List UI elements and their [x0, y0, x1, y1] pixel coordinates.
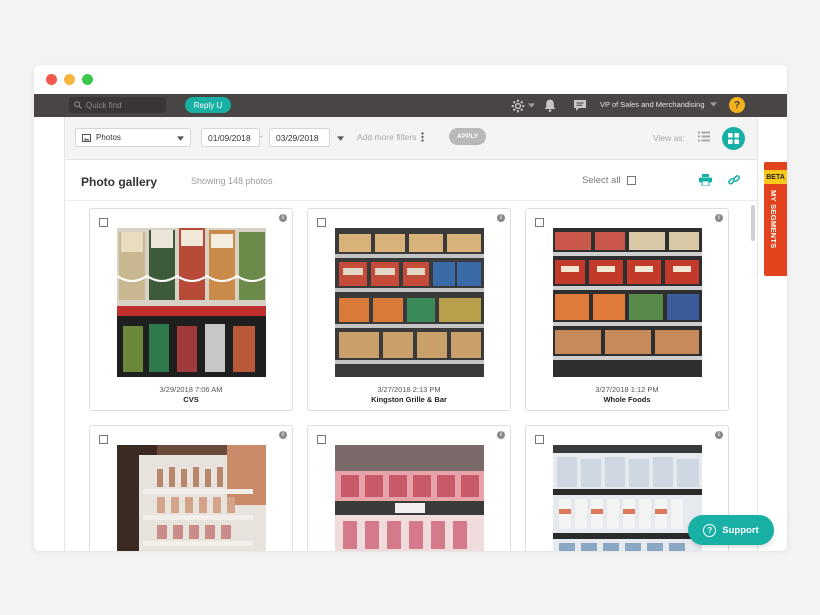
info-icon[interactable]: i — [279, 214, 287, 222]
notifications-button[interactable] — [544, 98, 556, 113]
content-type-value: Photos — [96, 133, 121, 142]
quick-find-input[interactable]: Quick find — [69, 97, 166, 113]
view-as-label: View as: — [653, 133, 685, 143]
info-icon[interactable]: i — [497, 214, 505, 222]
maximize-window-button[interactable] — [82, 74, 93, 85]
photo-select-checkbox[interactable] — [99, 218, 108, 227]
gear-icon — [511, 99, 525, 112]
question-icon: ? — [703, 523, 717, 537]
photo-timestamp: 3/29/2018 7:06 AM — [159, 385, 223, 394]
info-icon[interactable]: i — [715, 431, 723, 439]
photo-card[interactable]: i — [89, 425, 293, 551]
top-navigation-bar: Quick find Reply U VP of Sales and Merch… — [34, 94, 787, 117]
store-name: CVS — [183, 395, 199, 404]
my-segments-label: MY SEGMENTS — [769, 190, 778, 249]
photo-count: Showing 148 photos — [191, 176, 273, 186]
benefit-cosmetics-photo — [335, 445, 484, 551]
end-date-field[interactable]: 03/29/2018 — [269, 128, 330, 147]
link-icon[interactable] — [728, 174, 740, 186]
beta-badge: BETA — [764, 170, 787, 184]
gallery-header: Photo gallery Showing 148 photos Select … — [65, 160, 757, 201]
window-titlebar — [34, 65, 787, 94]
photo-card[interactable]: i — [307, 425, 511, 551]
grid-icon — [728, 133, 739, 144]
photo-card[interactable]: i 3/27/2018 2:13 PM Kingston Grille & Ba… — [307, 208, 511, 411]
more-vertical-icon — [420, 132, 424, 142]
chevron-down-icon — [177, 136, 184, 141]
quick-find-placeholder: Quick find — [86, 100, 122, 110]
photo-select-checkbox[interactable] — [99, 435, 108, 444]
info-icon[interactable]: i — [279, 431, 287, 439]
filter-bar: Photos 01/09/2018 - 03/29/2018 Add more … — [65, 117, 757, 160]
select-all-control[interactable]: Select all — [582, 175, 636, 186]
role-label: VP of Sales and Merchandising — [600, 100, 705, 109]
store-name: Whole Foods — [603, 395, 651, 404]
main-content: Photos 01/09/2018 - 03/29/2018 Add more … — [64, 117, 758, 551]
clif-bar-shelf-photo — [553, 228, 702, 377]
bell-icon — [544, 99, 556, 112]
reply-u-button[interactable]: Reply U — [185, 97, 231, 113]
date-range-separator: - — [260, 132, 263, 141]
info-icon[interactable]: i — [715, 214, 723, 222]
cosmetics-display-photo — [117, 445, 266, 551]
add-more-filters-button[interactable]: Add more filters — [357, 132, 424, 142]
photo-select-checkbox[interactable] — [317, 218, 326, 227]
settings-menu[interactable] — [511, 98, 535, 113]
list-view-icon[interactable] — [698, 131, 710, 142]
select-all-checkbox[interactable] — [626, 176, 636, 185]
add-more-filters-label: Add more filters — [357, 132, 417, 142]
drinks-cooler-photo — [117, 228, 266, 377]
chevron-down-icon — [528, 103, 535, 108]
start-date-field[interactable]: 01/09/2018 — [201, 128, 260, 147]
minimize-window-button[interactable] — [64, 74, 75, 85]
search-icon — [74, 101, 82, 109]
support-button[interactable]: ? Support — [688, 515, 774, 545]
photo-card[interactable]: i 3/29/2018 7:06 AM CVS — [89, 208, 293, 411]
date-range-chevron-icon[interactable] — [337, 136, 344, 141]
photo-select-checkbox[interactable] — [535, 218, 544, 227]
app-window: Quick find Reply U VP of Sales and Merch… — [34, 65, 787, 551]
select-all-label: Select all — [582, 175, 621, 186]
photo-card[interactable]: i 3/27/2018 1:12 PM Whole Foods — [525, 208, 729, 411]
close-window-button[interactable] — [46, 74, 57, 85]
messages-button[interactable] — [573, 98, 587, 113]
content-type-select[interactable]: Photos — [75, 128, 191, 147]
photo-timestamp: 3/27/2018 1:12 PM — [595, 385, 659, 394]
skincare-shelf-photo — [553, 445, 702, 551]
printer-icon[interactable] — [699, 174, 712, 186]
apply-filters-button[interactable]: APPLY — [449, 128, 486, 145]
gallery-scrollbar[interactable] — [751, 205, 755, 241]
role-selector[interactable]: VP of Sales and Merchandising — [600, 100, 717, 109]
info-icon[interactable]: i — [497, 431, 505, 439]
snack-bar-shelf-photo — [335, 228, 484, 377]
photo-timestamp: 3/27/2018 2:13 PM — [377, 385, 441, 394]
my-segments-tab[interactable]: BETA MY SEGMENTS — [764, 162, 787, 276]
store-name: Kingston Grille & Bar — [371, 395, 447, 404]
support-label: Support — [722, 524, 759, 536]
grid-view-button[interactable] — [722, 127, 745, 150]
photo-select-checkbox[interactable] — [317, 435, 326, 444]
help-button[interactable]: ? — [729, 97, 745, 113]
page-title: Photo gallery — [81, 175, 158, 189]
image-icon — [82, 133, 91, 142]
chevron-down-icon — [709, 102, 717, 107]
chat-icon — [574, 100, 586, 111]
photo-select-checkbox[interactable] — [535, 435, 544, 444]
